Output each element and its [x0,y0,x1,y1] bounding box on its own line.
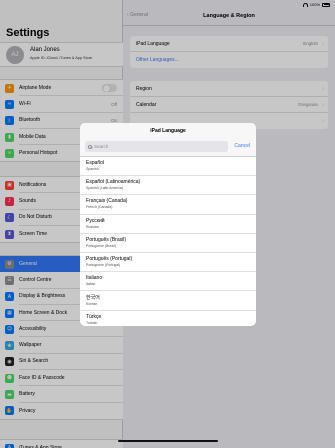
language-english-name: Russian [86,224,99,229]
language-option[interactable]: Español Spanish [80,157,256,177]
language-english-name: Spanish (Latin America) [86,186,124,191]
language-name: Português (Portugal) [86,255,133,262]
language-name: Português (Brasil) [86,236,127,243]
language-name: Español (Latinoamérica) [86,179,141,186]
modal-title: iPad Language [150,128,186,134]
language-option[interactable]: Español (Latinoamérica) Spanish (Latin Am… [80,176,256,196]
language-name: Русский [86,217,105,224]
language-option[interactable]: Português (Brasil) Portuguese (Brazil) [80,234,256,253]
language-english-name: French (Canada) [86,205,113,210]
language-option[interactable]: Français (Canada) French (Canada) [80,195,256,215]
search-box[interactable] [85,141,228,152]
language-english-name: Turkish [86,320,98,325]
language-option[interactable]: Türkçe Turkish [80,311,256,327]
language-list: Español Spanish Español (Latinoamérica) Spa… [80,157,256,326]
search-icon [88,144,92,149]
language-option[interactable]: Italiano Italian [80,272,256,292]
language-option[interactable]: 한국어 Korean [80,291,256,311]
language-english-name: Portuguese (Brazil) [86,243,116,248]
home-indicator[interactable] [118,440,218,442]
language-english-name: Korean [86,302,98,307]
language-name: Español [86,160,105,166]
language-english-name: Spanish [86,167,99,171]
language-english-name: Portuguese (Portugal) [86,262,121,267]
language-name: Français (Canada) [86,198,128,205]
modal-header: iPad Language Cancel [80,123,256,157]
language-english-name: Italian [86,282,96,287]
language-name: 한국어 [86,295,100,302]
language-name: Italiano [86,275,103,282]
language-option[interactable]: Português (Portugal) Portuguese (Portugal… [80,253,256,273]
language-name: Türkçe [86,313,102,320]
ipad-language-modal: iPad Language Cancel EspañolSpanishEspañ… [80,123,256,326]
search-input[interactable] [94,144,214,149]
language-option[interactable]: Русский Russian [80,215,256,234]
cancel-button[interactable]: Cancel [234,143,250,149]
